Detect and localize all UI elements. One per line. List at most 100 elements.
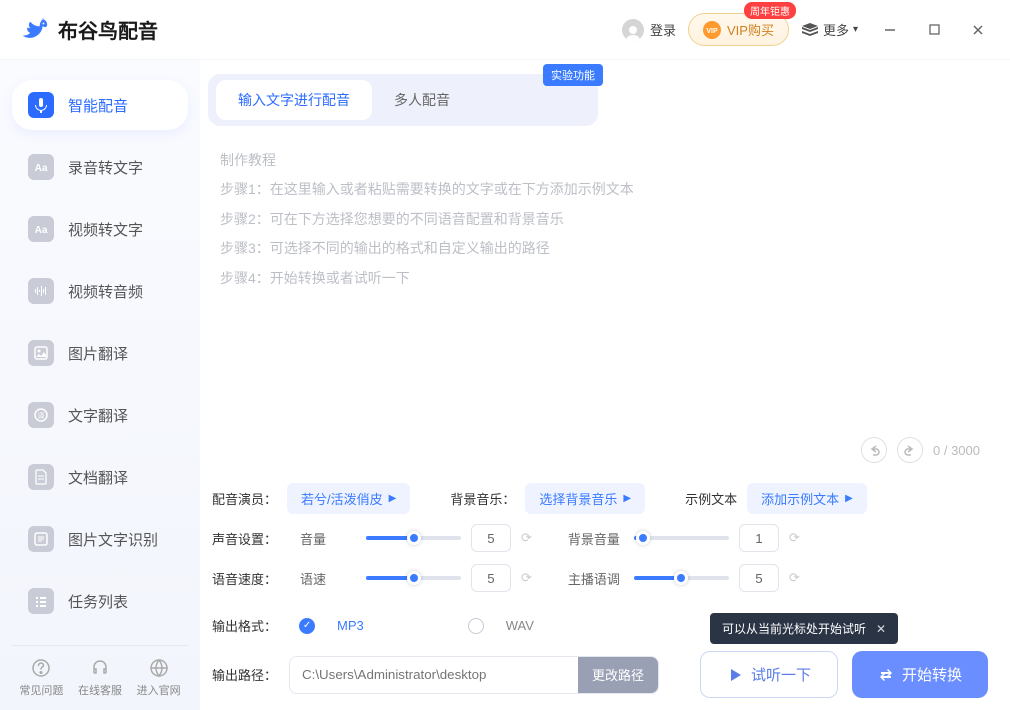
format-label: 输出格式： xyxy=(212,616,277,635)
path-input[interactable] xyxy=(290,667,578,682)
chevron-down-icon: ▾ xyxy=(853,24,858,35)
sidebar-item-label: 图片文字识别 xyxy=(68,529,158,550)
beta-badge: 实验功能 xyxy=(543,64,603,86)
arrow-right-icon: ▶ xyxy=(389,493,397,504)
website-label: 进入官网 xyxy=(137,682,181,698)
sidebar-item-img-translate[interactable]: 图片翻译 xyxy=(12,328,188,378)
vip-icon: VIP xyxy=(703,21,721,39)
pitch-label: 主播语调 xyxy=(568,569,624,588)
reset-volume[interactable]: ⟳ xyxy=(521,530,532,546)
support-label: 在线客服 xyxy=(78,682,122,698)
more-label: 更多 xyxy=(823,20,849,39)
list-icon xyxy=(28,588,54,614)
image-icon xyxy=(28,340,54,366)
minimize-button[interactable] xyxy=(878,18,902,42)
char-counter: 0 / 3000 xyxy=(933,443,980,458)
sidebar-item-label: 录音转文字 xyxy=(68,157,143,178)
wave-icon xyxy=(28,278,54,304)
sidebar-item-tasks[interactable]: 任务列表 xyxy=(12,576,188,626)
headset-icon xyxy=(90,658,110,678)
speed-settings-label: 语音速度： xyxy=(212,569,284,588)
avatar-icon xyxy=(622,19,644,41)
mic-icon xyxy=(28,92,54,118)
sidebar-item-label: 视频转文字 xyxy=(68,219,143,240)
faq-label: 常见问题 xyxy=(19,682,63,698)
maximize-button[interactable] xyxy=(922,18,946,42)
change-path-button[interactable]: 更改路径 xyxy=(578,657,658,693)
globe-icon xyxy=(149,658,169,678)
help-icon xyxy=(31,658,51,678)
tooltip-close[interactable]: ✕ xyxy=(876,622,886,636)
vip-button[interactable]: 周年钜惠 VIP VIP购买 xyxy=(688,13,789,46)
more-button[interactable]: 更多 ▾ xyxy=(801,20,858,39)
tab-multi-voice[interactable]: 多人配音 xyxy=(372,80,472,120)
actor-select[interactable]: 若兮/活泼俏皮▶ xyxy=(287,483,410,514)
stack-icon xyxy=(801,21,819,39)
bgvol-input[interactable] xyxy=(739,524,779,552)
undo-button[interactable] xyxy=(861,437,887,463)
bgvol-slider[interactable] xyxy=(634,536,729,540)
reset-speed[interactable]: ⟳ xyxy=(521,570,532,586)
audio-text-icon: Aa xyxy=(28,154,54,180)
sound-settings-label: 声音设置： xyxy=(212,529,284,548)
app-title: 布谷鸟配音 xyxy=(58,15,158,44)
titlebar: 布谷鸟配音 登录 周年钜惠 VIP VIP购买 更多 ▾ xyxy=(0,0,1010,60)
sidebar-item-label: 图片翻译 xyxy=(68,343,128,364)
svg-text:Aa: Aa xyxy=(35,225,48,236)
undo-icon xyxy=(867,443,881,457)
sidebar-item-smart-dub[interactable]: 智能配音 xyxy=(12,80,188,130)
support-button[interactable]: 在线客服 xyxy=(78,658,122,698)
vip-promo-badge: 周年钜惠 xyxy=(744,2,796,19)
bgm-label: 背景音乐： xyxy=(450,489,515,508)
volume-slider[interactable] xyxy=(366,536,461,540)
sidebar-item-text-translate[interactable]: 译文字翻译 xyxy=(12,390,188,440)
arrow-right-icon: ▶ xyxy=(845,493,853,504)
speed-label: 语速 xyxy=(300,569,356,588)
app-logo: 布谷鸟配音 xyxy=(20,15,158,45)
tab-text-dub[interactable]: 输入文字进行配音 xyxy=(216,80,372,120)
svg-text:VIP: VIP xyxy=(706,28,718,35)
sidebar-item-video2text[interactable]: Aa 视频转文字 xyxy=(12,204,188,254)
login-button[interactable]: 登录 xyxy=(622,19,676,41)
pitch-input[interactable] xyxy=(739,564,779,592)
pitch-slider[interactable] xyxy=(634,576,729,580)
sidebar-item-audio2text[interactable]: Aa 录音转文字 xyxy=(12,142,188,192)
sidebar-item-label: 文档翻译 xyxy=(68,467,128,488)
volume-input[interactable] xyxy=(471,524,511,552)
play-icon xyxy=(727,667,743,683)
redo-button[interactable] xyxy=(897,437,923,463)
arrow-right-icon: ▶ xyxy=(623,493,631,504)
tabs: 输入文字进行配音 多人配音 实验功能 xyxy=(208,74,598,126)
bgm-select[interactable]: 选择背景音乐▶ xyxy=(525,483,645,514)
sidebar-item-label: 任务列表 xyxy=(68,591,128,612)
speed-input[interactable] xyxy=(471,564,511,592)
preview-button[interactable]: 试听一下 xyxy=(700,651,838,698)
login-label: 登录 xyxy=(650,20,676,39)
redo-icon xyxy=(903,443,917,457)
sidebar-item-label: 视频转音频 xyxy=(68,281,143,302)
sidebar-item-video2audio[interactable]: 视频转音频 xyxy=(12,266,188,316)
close-button[interactable] xyxy=(966,18,990,42)
sidebar-item-label: 文字翻译 xyxy=(68,405,128,426)
radio-wav[interactable] xyxy=(468,618,484,634)
reset-bgvol[interactable]: ⟳ xyxy=(789,530,800,546)
reset-pitch[interactable]: ⟳ xyxy=(789,570,800,586)
main-panel: 输入文字进行配音 多人配音 实验功能 制作教程 步骤1：在这里输入或者粘贴需要转… xyxy=(200,60,1010,710)
sidebar: 智能配音 Aa 录音转文字 Aa 视频转文字 视频转音频 图片翻译 译文字翻译 文档… xyxy=(0,60,200,710)
bgvol-label: 背景音量 xyxy=(568,529,624,548)
speed-slider[interactable] xyxy=(366,576,461,580)
faq-button[interactable]: 常见问题 xyxy=(19,658,63,698)
sidebar-item-doc-translate[interactable]: 文档翻译 xyxy=(12,452,188,502)
preview-tooltip: 可以从当前光标处开始试听✕ xyxy=(710,613,898,644)
convert-button[interactable]: 开始转换 xyxy=(852,651,988,698)
svg-text:Aa: Aa xyxy=(35,163,48,174)
sample-select[interactable]: 添加示例文本▶ xyxy=(747,483,867,514)
text-editor[interactable]: 制作教程 步骤1：在这里输入或者粘贴需要转换的文字或在下方添加示例文本 步骤2：… xyxy=(208,138,992,471)
sidebar-item-ocr[interactable]: 图片文字识别 xyxy=(12,514,188,564)
radio-mp3[interactable] xyxy=(299,618,315,634)
doc-icon xyxy=(28,464,54,490)
convert-icon xyxy=(878,667,894,683)
website-button[interactable]: 进入官网 xyxy=(137,658,181,698)
video-text-icon: Aa xyxy=(28,216,54,242)
mp3-label: MP3 xyxy=(337,618,364,633)
